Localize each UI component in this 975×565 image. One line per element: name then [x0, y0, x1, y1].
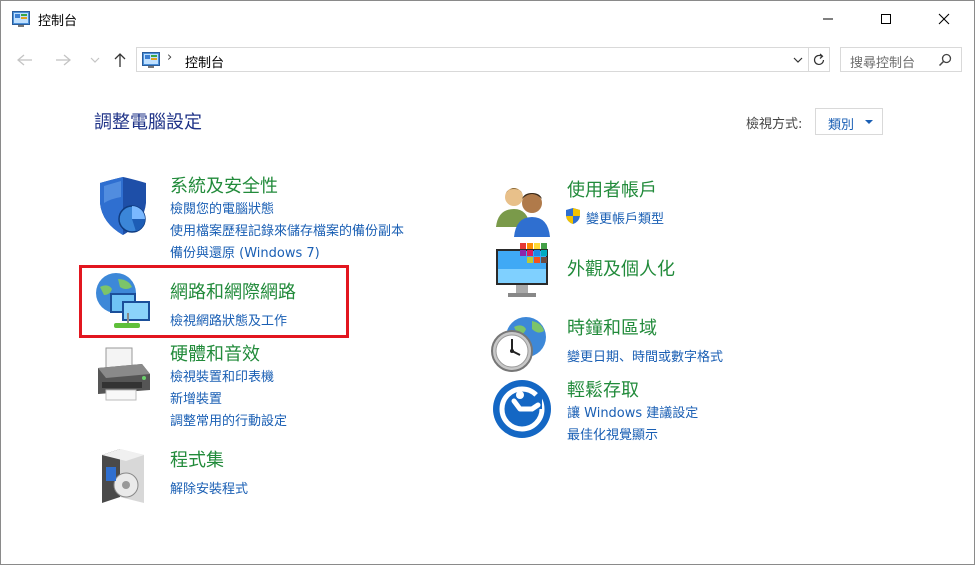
minimize-icon — [823, 18, 833, 20]
recent-locations-button[interactable] — [87, 50, 103, 70]
users-icon — [496, 188, 550, 237]
clock-globe-icon — [491, 317, 546, 372]
link-uninstall-program[interactable]: 解除安裝程式 — [170, 478, 248, 497]
uac-shield-icon — [566, 208, 580, 224]
category-title-clock-region[interactable]: 時鐘和區域 — [567, 314, 657, 340]
link-add-device[interactable]: 新增裝置 — [170, 388, 222, 407]
arrow-left-icon — [17, 54, 32, 66]
link-optimize-visual-display[interactable]: 最佳化視覺顯示 — [567, 424, 658, 443]
control-panel-icon — [142, 52, 160, 68]
breadcrumb-item[interactable]: 控制台 — [185, 52, 224, 71]
chevron-down-icon[interactable] — [792, 53, 804, 67]
search-icon[interactable] — [938, 53, 952, 67]
back-button[interactable] — [14, 50, 36, 70]
link-review-computer-status[interactable]: 檢閱您的電腦狀態 — [170, 198, 274, 217]
highlight-box — [79, 265, 349, 338]
search-input[interactable]: 搜尋控制台 — [840, 47, 962, 72]
programs-box-icon — [102, 449, 144, 503]
category-title-programs[interactable]: 程式集 — [170, 446, 224, 472]
ease-of-access-icon — [493, 380, 551, 438]
close-icon — [938, 13, 950, 25]
category-title-system-security[interactable]: 系統及安全性 — [170, 172, 278, 198]
view-by-dropdown[interactable]: 類別 — [815, 108, 883, 135]
view-by-value: 類別 — [828, 118, 855, 133]
link-let-windows-suggest[interactable]: 讓 Windows 建議設定 — [567, 402, 698, 421]
navigation-bar: › 控制台 搜尋控制台 — [1, 41, 974, 79]
refresh-icon — [813, 53, 824, 65]
control-panel-window: 控制台 › 控制台 搜尋控制台 調整電腦設定 檢視方式: 類別 系統及安全性 檢… — [0, 0, 975, 565]
category-title-appearance[interactable]: 外觀及個人化 — [567, 255, 675, 281]
link-mobility-settings[interactable]: 調整常用的行動設定 — [170, 410, 287, 429]
category-title-user-accounts[interactable]: 使用者帳戶 — [567, 176, 657, 202]
link-change-date-time-format[interactable]: 變更日期、時間或數字格式 — [567, 346, 723, 365]
caret-down-icon — [865, 120, 873, 124]
control-panel-icon — [12, 11, 30, 27]
arrow-right-icon — [56, 54, 71, 66]
title-bar: 控制台 — [1, 1, 974, 37]
link-devices-printers[interactable]: 檢視裝置和印表機 — [170, 366, 274, 385]
monitor-palette-icon — [496, 243, 548, 297]
maximize-icon — [881, 14, 891, 24]
category-title-hardware-sound[interactable]: 硬體和音效 — [170, 340, 260, 366]
category-title-ease-of-access[interactable]: 輕鬆存取 — [567, 376, 639, 402]
up-button[interactable] — [109, 50, 131, 70]
window-title: 控制台 — [38, 14, 78, 29]
search-placeholder: 搜尋控制台 — [850, 56, 916, 71]
chevron-down-icon — [90, 57, 100, 63]
security-shield-icon — [100, 177, 146, 235]
address-bar[interactable]: › 控制台 — [136, 47, 809, 72]
page-title: 調整電腦設定 — [94, 112, 202, 133]
link-backup-restore-win7[interactable]: 備份與還原 (Windows 7) — [170, 242, 320, 261]
printer-icon — [98, 347, 150, 401]
forward-button[interactable] — [52, 50, 74, 70]
close-button[interactable] — [921, 1, 967, 37]
refresh-button[interactable] — [808, 47, 830, 72]
arrow-up-icon — [114, 53, 126, 67]
maximize-button[interactable] — [863, 1, 909, 37]
view-by-label: 檢視方式: — [746, 117, 803, 132]
breadcrumb-separator: › — [167, 50, 173, 65]
link-change-account-type[interactable]: 變更帳戶類型 — [586, 208, 664, 227]
link-file-history-backup[interactable]: 使用檔案歷程記錄來儲存檔案的備份副本 — [170, 220, 404, 239]
minimize-button[interactable] — [805, 1, 851, 37]
